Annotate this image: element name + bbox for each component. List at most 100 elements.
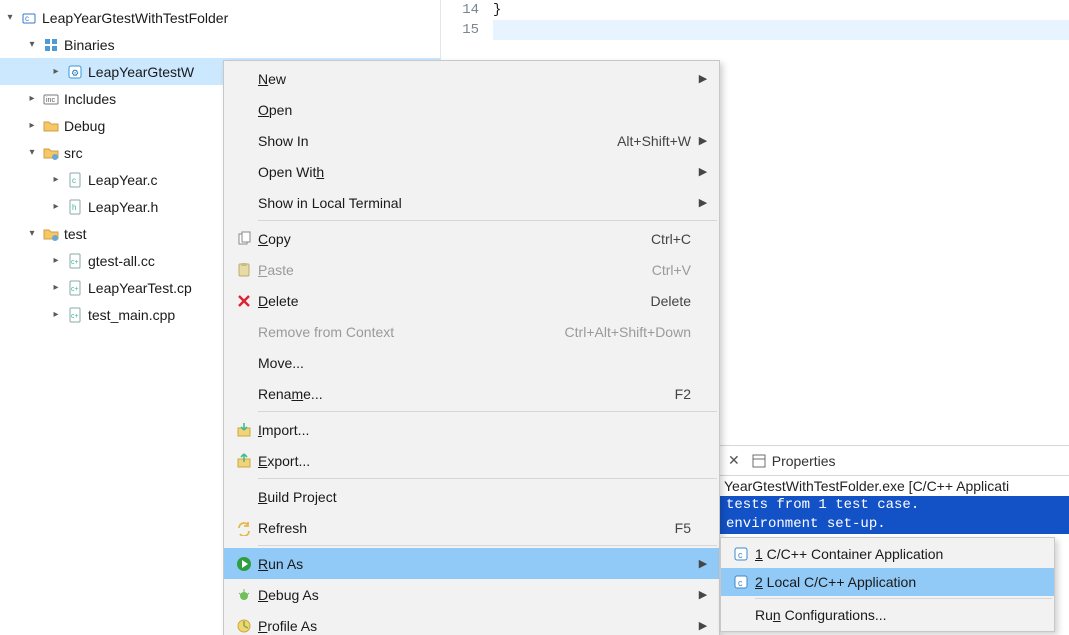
- menu-item-profileas[interactable]: Profile As▶: [224, 610, 719, 635]
- svg-text:⚙: ⚙: [71, 68, 79, 78]
- twisty-expanded-icon[interactable]: ▾: [2, 10, 18, 26]
- menu-item-paste: PasteCtrl+V: [224, 254, 719, 285]
- menu-item-import[interactable]: Import...: [224, 414, 719, 445]
- tree-label: Debug: [64, 117, 105, 134]
- svg-text:c: c: [738, 550, 743, 560]
- blank-icon: [230, 100, 258, 120]
- menu-separator: [258, 545, 717, 546]
- menu-item-label: Open: [258, 102, 697, 118]
- menu-item-label: Export...: [258, 453, 697, 469]
- line-number: 14: [441, 0, 489, 20]
- twisty-collapsed-icon[interactable]: ▸: [48, 172, 64, 188]
- blank-icon: [230, 487, 258, 507]
- twisty-collapsed-icon[interactable]: ▸: [48, 253, 64, 269]
- twisty-collapsed-icon[interactable]: ▸: [48, 280, 64, 296]
- blank-icon: [230, 131, 258, 151]
- tree-label: src: [64, 144, 83, 161]
- cpp-file-icon: c+: [66, 306, 84, 324]
- menu-item-label: Show In: [258, 133, 617, 149]
- menu-item-label: Refresh: [258, 520, 675, 536]
- properties-tab-label: Properties: [772, 453, 836, 469]
- menu-item-label: Build Project: [258, 489, 697, 505]
- c-project-icon: c: [20, 9, 38, 27]
- menu-item-openwith[interactable]: Open With▶: [224, 156, 719, 187]
- menu-item-showin[interactable]: Show InAlt+Shift+W▶: [224, 125, 719, 156]
- runas-submenu[interactable]: c 1 C/C++ Container Application c 2 Loca…: [720, 537, 1055, 632]
- c-app-icon: c: [727, 544, 755, 564]
- twisty-expanded-icon[interactable]: ▾: [24, 37, 40, 53]
- binaries-icon: [42, 36, 60, 54]
- close-icon[interactable]: ✕: [728, 452, 740, 469]
- blank-icon: [230, 384, 258, 404]
- runas-local-app[interactable]: c 2 Local C/C++ Application: [721, 568, 1054, 596]
- menu-item-label: 2 Local C/C++ Application: [755, 574, 1044, 590]
- source-folder-icon: [42, 144, 60, 162]
- tree-label: LeapYear.h: [88, 198, 158, 215]
- menu-accelerator: Ctrl+V: [652, 262, 697, 278]
- menu-item-label: Move...: [258, 355, 697, 371]
- delete-icon: [230, 291, 258, 311]
- runas-container-app[interactable]: c 1 C/C++ Container Application: [721, 540, 1054, 568]
- code-area[interactable]: }: [493, 0, 1069, 40]
- menu-item-debugas[interactable]: Debug As▶: [224, 579, 719, 610]
- tree-label: LeapYear.c: [88, 171, 158, 188]
- tree-label: Includes: [64, 90, 116, 107]
- menu-item-delete[interactable]: DeleteDelete: [224, 285, 719, 316]
- twisty-expanded-icon[interactable]: ▾: [24, 226, 40, 242]
- twisty-collapsed-icon[interactable]: ▸: [24, 91, 40, 107]
- menu-item-refresh[interactable]: RefreshF5: [224, 512, 719, 543]
- cpp-file-icon: c+: [66, 279, 84, 297]
- console-output[interactable]: tests from 1 test case. environment set-…: [720, 496, 1069, 534]
- menu-item-label: Copy: [258, 231, 651, 247]
- code-line: }: [493, 0, 1069, 20]
- menu-item-label: Remove from Context: [258, 324, 565, 340]
- c-app-icon: c: [727, 572, 755, 592]
- menu-item-build[interactable]: Build Project: [224, 481, 719, 512]
- menu-item-export[interactable]: Export...: [224, 445, 719, 476]
- menu-separator: [755, 598, 1052, 599]
- runas-configurations[interactable]: Run Configurations...: [721, 601, 1054, 629]
- menu-item-new[interactable]: New▶: [224, 63, 719, 94]
- submenu-arrow-icon: ▶: [697, 165, 709, 178]
- blank-icon: [230, 322, 258, 342]
- line-number: 15: [441, 20, 489, 40]
- menu-item-rename[interactable]: Rename...F2: [224, 378, 719, 409]
- menu-item-open[interactable]: Open: [224, 94, 719, 125]
- properties-icon: [750, 452, 768, 470]
- menu-item-copy[interactable]: CopyCtrl+C: [224, 223, 719, 254]
- menu-item-runas[interactable]: Run As▶: [224, 548, 719, 579]
- console-line: environment set-up.: [720, 515, 1069, 534]
- submenu-arrow-icon: ▶: [697, 557, 709, 570]
- svg-text:c+: c+: [71, 259, 79, 266]
- menu-item-label: Run Configurations...: [755, 607, 1044, 623]
- twisty-expanded-icon[interactable]: ▾: [24, 145, 40, 161]
- twisty-collapsed-icon[interactable]: ▸: [48, 307, 64, 323]
- properties-tab[interactable]: ✕ Properties: [720, 446, 1069, 476]
- submenu-arrow-icon: ▶: [697, 588, 709, 601]
- console-launch-label: YearGtestWithTestFolder.exe [C/C++ Appli…: [720, 476, 1069, 496]
- cpp-file-icon: c+: [66, 252, 84, 270]
- twisty-collapsed-icon[interactable]: ▸: [48, 64, 64, 80]
- tree-binaries[interactable]: ▾ Binaries: [0, 31, 440, 58]
- twisty-collapsed-icon[interactable]: ▸: [24, 118, 40, 134]
- menu-accelerator: Ctrl+Alt+Shift+Down: [565, 324, 697, 340]
- menu-accelerator: Delete: [651, 293, 697, 309]
- blank-icon: [727, 605, 755, 625]
- menu-item-label: Paste: [258, 262, 652, 278]
- run-icon: [230, 554, 258, 574]
- menu-item-showterm[interactable]: Show in Local Terminal▶: [224, 187, 719, 218]
- source-folder-icon: [42, 225, 60, 243]
- bottom-panel: ✕ Properties YearGtestWithTestFolder.exe…: [720, 445, 1069, 534]
- menu-item-label: Run As: [258, 556, 697, 572]
- svg-text:c: c: [72, 176, 76, 185]
- twisty-collapsed-icon[interactable]: ▸: [48, 199, 64, 215]
- menu-separator: [258, 411, 717, 412]
- includes-icon: inc: [42, 90, 60, 108]
- tree-project-root[interactable]: ▾ c LeapYearGtestWithTestFolder: [0, 4, 440, 31]
- export-icon: [230, 451, 258, 471]
- menu-item-label: Open With: [258, 164, 697, 180]
- header-file-icon: h: [66, 198, 84, 216]
- menu-item-move[interactable]: Move...: [224, 347, 719, 378]
- tree-label: LeapYearGtestW: [88, 63, 194, 80]
- context-menu[interactable]: New▶OpenShow InAlt+Shift+W▶Open With▶Sho…: [223, 60, 720, 635]
